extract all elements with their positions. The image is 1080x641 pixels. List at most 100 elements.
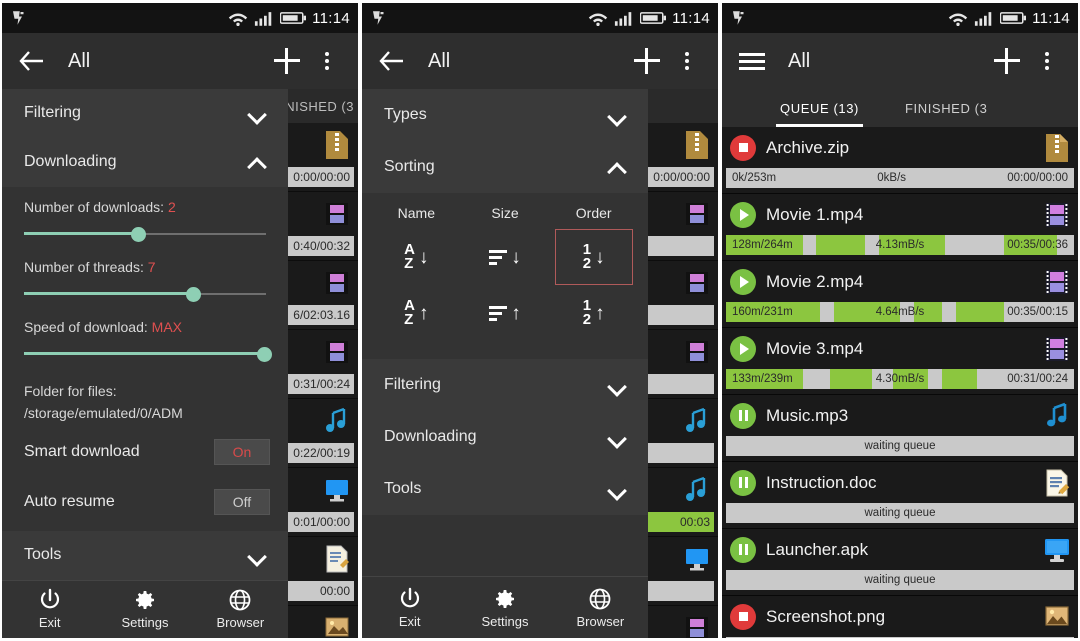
sorting-options: Name AZ ↓ AZ ↑ Size ↓ ↑ Order 1 2 ↓ 1 2 … bbox=[362, 193, 648, 359]
download-row[interactable]: Movie 3.mp4 133m/239m 4.30mB/s 00:31/00:… bbox=[722, 328, 1078, 395]
back-arrow-icon[interactable] bbox=[376, 45, 408, 77]
page-title: All bbox=[788, 49, 811, 72]
sort-column-name: Name AZ ↓ AZ ↑ bbox=[372, 205, 461, 341]
download-row[interactable]: Screenshot.png 0k/11.1m 0kB/s 00:00/00:0… bbox=[722, 596, 1078, 638]
progress-status: waiting queue bbox=[864, 440, 936, 452]
bg-time: 0:22/00:19 bbox=[293, 446, 350, 460]
hamburger-menu-button[interactable] bbox=[736, 45, 768, 77]
tab-queue[interactable]: QUEUE (13) bbox=[772, 89, 867, 127]
stop-status-icon[interactable] bbox=[730, 603, 756, 630]
overflow-menu-button[interactable] bbox=[1030, 44, 1064, 78]
power-icon bbox=[400, 587, 419, 607]
progress-speed: 0kB/s bbox=[877, 172, 907, 184]
app-bar-1: All bbox=[2, 33, 358, 89]
section-sorting[interactable]: Sorting bbox=[362, 141, 648, 193]
tab-finished[interactable]: FINISHED (3 bbox=[897, 89, 995, 127]
section-tools[interactable]: Tools bbox=[2, 530, 288, 580]
audio-file-icon bbox=[1047, 402, 1067, 426]
chevron-up-icon bbox=[608, 162, 626, 172]
section-types[interactable]: Types bbox=[362, 89, 648, 141]
section-label: Sorting bbox=[384, 158, 435, 175]
section-label: Filtering bbox=[24, 104, 81, 122]
progress-size: 128m/264m bbox=[732, 239, 793, 251]
download-row[interactable]: Launcher.apk waiting queue bbox=[722, 529, 1078, 596]
app-bar-3: All bbox=[722, 33, 1078, 89]
section-filtering[interactable]: Filtering bbox=[362, 359, 648, 411]
browser-label: Browser bbox=[216, 615, 265, 631]
auto-resume-toggle[interactable]: Off bbox=[214, 488, 270, 515]
section-label: Downloading bbox=[24, 153, 117, 171]
add-download-button[interactable] bbox=[270, 44, 304, 78]
exit-button[interactable]: Exit bbox=[2, 588, 97, 630]
label-text: Number of downloads: bbox=[24, 198, 165, 215]
progress-bar: waiting queue bbox=[726, 503, 1074, 523]
num-downloads-slider[interactable] bbox=[24, 225, 266, 243]
overflow-menu-button[interactable] bbox=[670, 44, 704, 78]
section-downloading[interactable]: Downloading bbox=[2, 137, 288, 187]
progress-size: 133m/239m bbox=[732, 373, 793, 385]
sort-order-desc-button[interactable]: 12 ↓ bbox=[554, 229, 633, 285]
power-icon bbox=[40, 589, 59, 609]
settings-button[interactable]: Settings bbox=[97, 588, 192, 630]
add-download-button[interactable] bbox=[990, 44, 1024, 78]
play-status-icon[interactable] bbox=[730, 268, 756, 295]
label-text: Number of threads: bbox=[24, 258, 144, 275]
browser-button[interactable]: Browser bbox=[553, 587, 648, 629]
speed-slider[interactable] bbox=[24, 345, 272, 363]
download-row[interactable]: Movie 1.mp4 128m/264m 4.13mB/s 00:35/00:… bbox=[722, 194, 1078, 261]
phone-panel-1: 11:14 All NISHED (3 0:00/00:00 0:40/00:3… bbox=[0, 0, 360, 641]
sort-name-desc-button[interactable]: AZ ↓ bbox=[377, 229, 455, 285]
stop-status-icon[interactable] bbox=[730, 134, 756, 161]
play-status-icon[interactable] bbox=[730, 335, 756, 362]
num-threads-slider[interactable] bbox=[24, 285, 266, 303]
sort-size-asc-button[interactable]: ↑ bbox=[466, 285, 544, 341]
progress-time: 00:31/00:24 bbox=[1007, 373, 1068, 385]
progress-time: 00:35/00:15 bbox=[1007, 306, 1068, 318]
sort-size-desc-button[interactable]: ↓ bbox=[466, 229, 544, 285]
overflow-menu-button[interactable] bbox=[310, 44, 344, 78]
download-row[interactable]: Instruction.doc waiting queue bbox=[722, 462, 1078, 529]
play-status-icon[interactable] bbox=[730, 201, 756, 228]
exit-label: Exit bbox=[398, 613, 421, 629]
progress-bar: 160m/231m 4.64mB/s 00:35/00:15 bbox=[726, 302, 1074, 322]
progress-bar: 0k/11.1m 0kB/s 00:00/00:00 bbox=[726, 637, 1074, 638]
download-list[interactable]: Archive.zip 0k/253m 0kB/s 00:00/00:00 Mo… bbox=[722, 127, 1078, 638]
section-tools[interactable]: Tools bbox=[362, 463, 648, 515]
settings-label: Settings bbox=[481, 613, 529, 629]
download-row[interactable]: Music.mp3 waiting queue bbox=[722, 395, 1078, 462]
folder-for-files[interactable]: Folder for files: /storage/emulated/0/AD… bbox=[2, 373, 288, 427]
download-row[interactable]: Archive.zip 0k/253m 0kB/s 00:00/00:00 bbox=[722, 127, 1078, 194]
settings-button[interactable]: Settings bbox=[457, 587, 552, 629]
screenshot-root: 11:14 All NISHED (3 0:00/00:00 0:40/00:3… bbox=[0, 0, 1080, 641]
download-row[interactable]: Movie 2.mp4 160m/231m 4.64mB/s 00:35/00:… bbox=[722, 261, 1078, 328]
status-time: 11:14 bbox=[672, 9, 710, 27]
add-download-button[interactable] bbox=[630, 44, 664, 78]
sort-name-asc-button[interactable]: AZ ↑ bbox=[377, 285, 455, 341]
settings-drawer-2: Types Sorting Name AZ ↓ AZ ↑ Size ↓ ↑ Or… bbox=[362, 89, 648, 638]
browser-button[interactable]: Browser bbox=[193, 588, 288, 630]
pause-status-icon[interactable] bbox=[730, 402, 756, 429]
back-arrow-icon[interactable] bbox=[16, 45, 48, 77]
section-label: Tools bbox=[24, 546, 62, 564]
sort-name-asc-icon: AZ bbox=[404, 297, 415, 328]
pause-status-icon[interactable] bbox=[730, 536, 756, 563]
auto-resume-row[interactable]: Auto resume Off bbox=[2, 477, 288, 527]
num-threads-field: Number of threads: 7 bbox=[2, 253, 288, 313]
download-filename: Instruction.doc bbox=[766, 472, 877, 492]
exit-label: Exit bbox=[38, 615, 61, 631]
download-filename: Movie 1.mp4 bbox=[766, 204, 864, 224]
smart-download-row[interactable]: Smart download On bbox=[2, 427, 288, 477]
download-notification-icon bbox=[370, 9, 388, 27]
progress-status: waiting queue bbox=[864, 574, 936, 586]
section-downloading[interactable]: Downloading bbox=[362, 411, 648, 463]
progress-bar: 133m/239m 4.30mB/s 00:31/00:24 bbox=[726, 369, 1074, 389]
section-filtering[interactable]: Filtering bbox=[2, 89, 288, 138]
chevron-up-icon bbox=[248, 157, 266, 167]
exit-button[interactable]: Exit bbox=[362, 587, 457, 629]
smart-download-toggle[interactable]: On bbox=[214, 438, 270, 465]
battery-icon bbox=[1000, 11, 1027, 25]
section-label: Downloading bbox=[384, 428, 477, 445]
label-text: Speed of download: bbox=[24, 318, 148, 335]
pause-status-icon[interactable] bbox=[730, 469, 756, 496]
sort-order-asc-button[interactable]: 12 ↑ bbox=[555, 285, 633, 341]
